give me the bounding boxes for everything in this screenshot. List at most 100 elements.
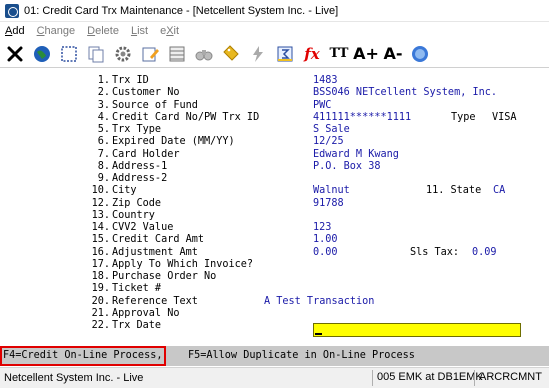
menu-change[interactable]: Change — [37, 25, 76, 37]
select-frame-icon[interactable] — [57, 42, 81, 66]
field-value[interactable]: PWC — [313, 99, 331, 112]
copy-page-icon[interactable] — [84, 42, 108, 66]
form-row: 3. Source of Fund PWC — [0, 99, 549, 112]
f4-credit-online-hint[interactable]: F4=Credit On-Line Process, — [0, 346, 167, 366]
form-row: 13. Country — [0, 209, 549, 222]
menu-bar: Add Change Delete List eXit — [0, 22, 549, 40]
field-label: Address-1 — [112, 160, 168, 172]
gear-settings-icon[interactable] — [111, 42, 135, 66]
tag-label-icon[interactable] — [219, 42, 243, 66]
text-size-icon[interactable]: TT — [327, 42, 351, 66]
field-label: CVV2 Value — [112, 222, 174, 233]
form-row: 21. Approval No — [0, 307, 549, 320]
field-number: 5. — [97, 124, 110, 135]
lightning-icon[interactable] — [246, 42, 270, 66]
sigma-report-icon[interactable] — [273, 42, 297, 66]
field-number: 2. — [97, 87, 110, 99]
field-number: 15. — [91, 234, 110, 246]
field-label: Address-2 — [112, 173, 168, 184]
field-label: Credit Card No/PW Trx ID — [112, 111, 260, 123]
field-value[interactable]: 1483 — [313, 74, 338, 87]
edit-note-icon[interactable] — [138, 42, 162, 66]
title-bar: 01: Credit Card Trx Maintenance - [Netce… — [0, 0, 549, 22]
field-label: Reference Text — [112, 295, 198, 307]
form-row: 8. Address-1 P.O. Box 38 — [0, 160, 549, 173]
menu-exit[interactable]: eXit — [160, 25, 179, 37]
form-row: 9. Address-2 — [0, 172, 549, 185]
form-row: 19. Ticket # — [0, 282, 549, 295]
status-bar: Netcellent System Inc. - Live 005 EMK at… — [0, 367, 549, 388]
field-value[interactable]: S Sale — [313, 123, 350, 136]
field-label: Card Holder — [112, 148, 180, 160]
field-label: City — [112, 185, 137, 197]
form-row: 14. CVV2 Value 123 — [0, 221, 549, 234]
field-label: Trx Date — [112, 320, 162, 331]
field-value[interactable]: Walnut — [313, 184, 350, 197]
form-row: 20. Reference Text A Test Transaction — [0, 295, 549, 308]
state-value[interactable]: CA — [493, 184, 505, 197]
field-label: Apply To Which Invoice? — [112, 258, 254, 270]
field-value[interactable]: 1.00 — [313, 233, 338, 246]
field-number: 9. — [97, 173, 110, 184]
field-label: Country — [112, 209, 155, 221]
form-row: 2. Customer No BSS046 NETcellent System, I… — [0, 86, 549, 99]
form-row: 16. Adjustment Amt 0.00 Sls Tax: 0.09 — [0, 246, 549, 259]
field-number: 19. — [91, 283, 110, 295]
field-number: 21. — [91, 307, 110, 319]
field-value[interactable]: Edward M Kwang — [313, 148, 399, 161]
field-value[interactable]: 12/25 — [313, 135, 344, 148]
form-row: 5. Trx Type S Sale — [0, 123, 549, 136]
binoculars-icon[interactable] — [192, 42, 216, 66]
field-label: Expired Date (MM/YY) — [112, 136, 235, 148]
field-value[interactable]: 411111******1111 — [313, 111, 411, 124]
field-number: 10. — [91, 185, 110, 197]
approval-no-input[interactable] — [313, 323, 521, 337]
fx-function-icon[interactable]: fx — [300, 42, 324, 66]
card-type-label: Type — [451, 111, 476, 123]
field-value[interactable]: P.O. Box 38 — [313, 160, 380, 173]
list-table-icon[interactable] — [165, 42, 189, 66]
help-icon[interactable] — [408, 42, 432, 66]
field-value[interactable]: 0.00 — [313, 246, 338, 259]
field-label: Adjustment Amt — [112, 246, 198, 258]
field-label: Zip Code — [112, 197, 162, 209]
globe-icon[interactable] — [30, 42, 54, 66]
field-label: Purchase Order No — [112, 271, 217, 282]
f5-allow-duplicate-hint[interactable]: F5=Allow Duplicate in On-Line Process — [188, 346, 415, 366]
field-number: 16. — [91, 246, 110, 258]
field-number: 13. — [91, 209, 110, 221]
menu-delete[interactable]: Delete — [87, 25, 119, 37]
field-number: 3. — [97, 99, 110, 111]
menu-list[interactable]: List — [131, 25, 148, 37]
field-number: 4. — [97, 111, 110, 123]
field-number: 6. — [97, 136, 110, 148]
field-value[interactable]: 91788 — [313, 197, 344, 210]
field-number: 8. — [97, 160, 110, 172]
form-row: 7. Card Holder Edward M Kwang — [0, 148, 549, 161]
form-row: 17. Apply To Which Invoice? — [0, 258, 549, 271]
font-increase-icon[interactable]: A+ — [353, 42, 379, 66]
status-program: ARCRCMNT — [474, 370, 542, 386]
field-label: Ticket # — [112, 283, 162, 295]
field-label: Customer No — [112, 87, 180, 99]
reference-text-value[interactable]: A Test Transaction — [264, 295, 374, 308]
menu-add[interactable]: Add — [5, 25, 25, 37]
status-session: 005 EMK at DB1EMK — [372, 370, 483, 386]
field-number: 22. — [91, 320, 110, 331]
form-row: 6. Expired Date (MM/YY) 12/25 — [0, 135, 549, 148]
field-number: 17. — [91, 258, 110, 270]
field-number: 1. — [97, 75, 110, 86]
window-title: 01: Credit Card Trx Maintenance - [Netce… — [24, 4, 339, 17]
sls-tax-value[interactable]: 0.09 — [472, 246, 497, 259]
field-value[interactable]: 123 — [313, 221, 331, 234]
field-value[interactable]: BSS046 NETcellent System, Inc. — [313, 86, 497, 99]
form-row: 4. Credit Card No/PW Trx ID 411111******11… — [0, 111, 549, 124]
field-number: 14. — [91, 222, 110, 233]
status-company: Netcellent System Inc. - Live — [4, 372, 144, 384]
fx-label: fx — [304, 44, 320, 63]
close-x-icon[interactable] — [3, 42, 27, 66]
tt-label: TT — [329, 46, 349, 61]
form-row: 15. Credit Card Amt 1.00 — [0, 233, 549, 246]
field-label: Source of Fund — [112, 99, 198, 111]
font-decrease-icon[interactable]: A- — [381, 42, 405, 66]
